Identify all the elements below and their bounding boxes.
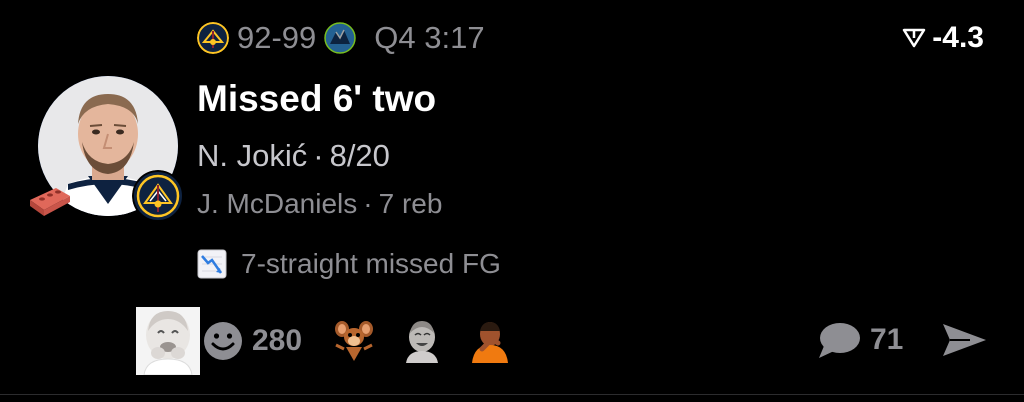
player-stat: 8/20 (329, 138, 390, 173)
spread-indicator[interactable]: -4.3 (902, 18, 984, 58)
player-name[interactable]: N. Jokić (197, 138, 307, 173)
player-line: N. Jokić · 8/20 (197, 138, 390, 174)
nuggets-badge-icon (132, 170, 184, 222)
comment-bubble-icon (819, 323, 860, 358)
rebounder-name[interactable]: J. McDaniels (197, 188, 357, 219)
play-card[interactable]: 92-99 Q4 3:17 -4.3 Missed 6' two N. Joki… (0, 0, 1024, 402)
spread-value: -4.3 (932, 21, 984, 54)
separator-dot: · (363, 188, 373, 219)
rebounder-stat: 7 reb (378, 188, 443, 219)
comment-count: 71 (870, 323, 904, 356)
chart-decreasing-icon (197, 249, 227, 279)
jerry-mouse-sticker[interactable] (332, 319, 376, 363)
score-text: 92-99 (237, 20, 317, 55)
score-line: 92-99 Q4 3:17 (197, 18, 485, 58)
reactions-row: 280 (136, 306, 513, 376)
game-clock: Q4 3:17 (374, 20, 485, 55)
separator-dot: · (313, 138, 324, 173)
baby-laugh-sticker[interactable] (136, 307, 200, 375)
add-reaction-smile-icon[interactable] (202, 320, 244, 362)
comments-button[interactable]: 71 (816, 318, 903, 362)
nuggets-logo-icon (197, 22, 229, 54)
send-arrow-icon[interactable] (940, 320, 988, 360)
rebound-line: J. McDaniels · 7 reb (197, 188, 442, 220)
brick-icon (30, 188, 70, 216)
streak-text: 7-straight missed FG (241, 248, 501, 279)
card-divider (0, 394, 1024, 395)
baby-grin-sticker[interactable] (400, 319, 444, 363)
play-headline: Missed 6' two (197, 78, 437, 119)
timberwolves-logo-icon (324, 22, 357, 54)
drake-sticker[interactable] (468, 319, 513, 363)
spread-triangle-icon (903, 28, 926, 48)
streak-line: 7-straight missed FG (197, 248, 501, 280)
reaction-count: 280 (252, 324, 303, 357)
